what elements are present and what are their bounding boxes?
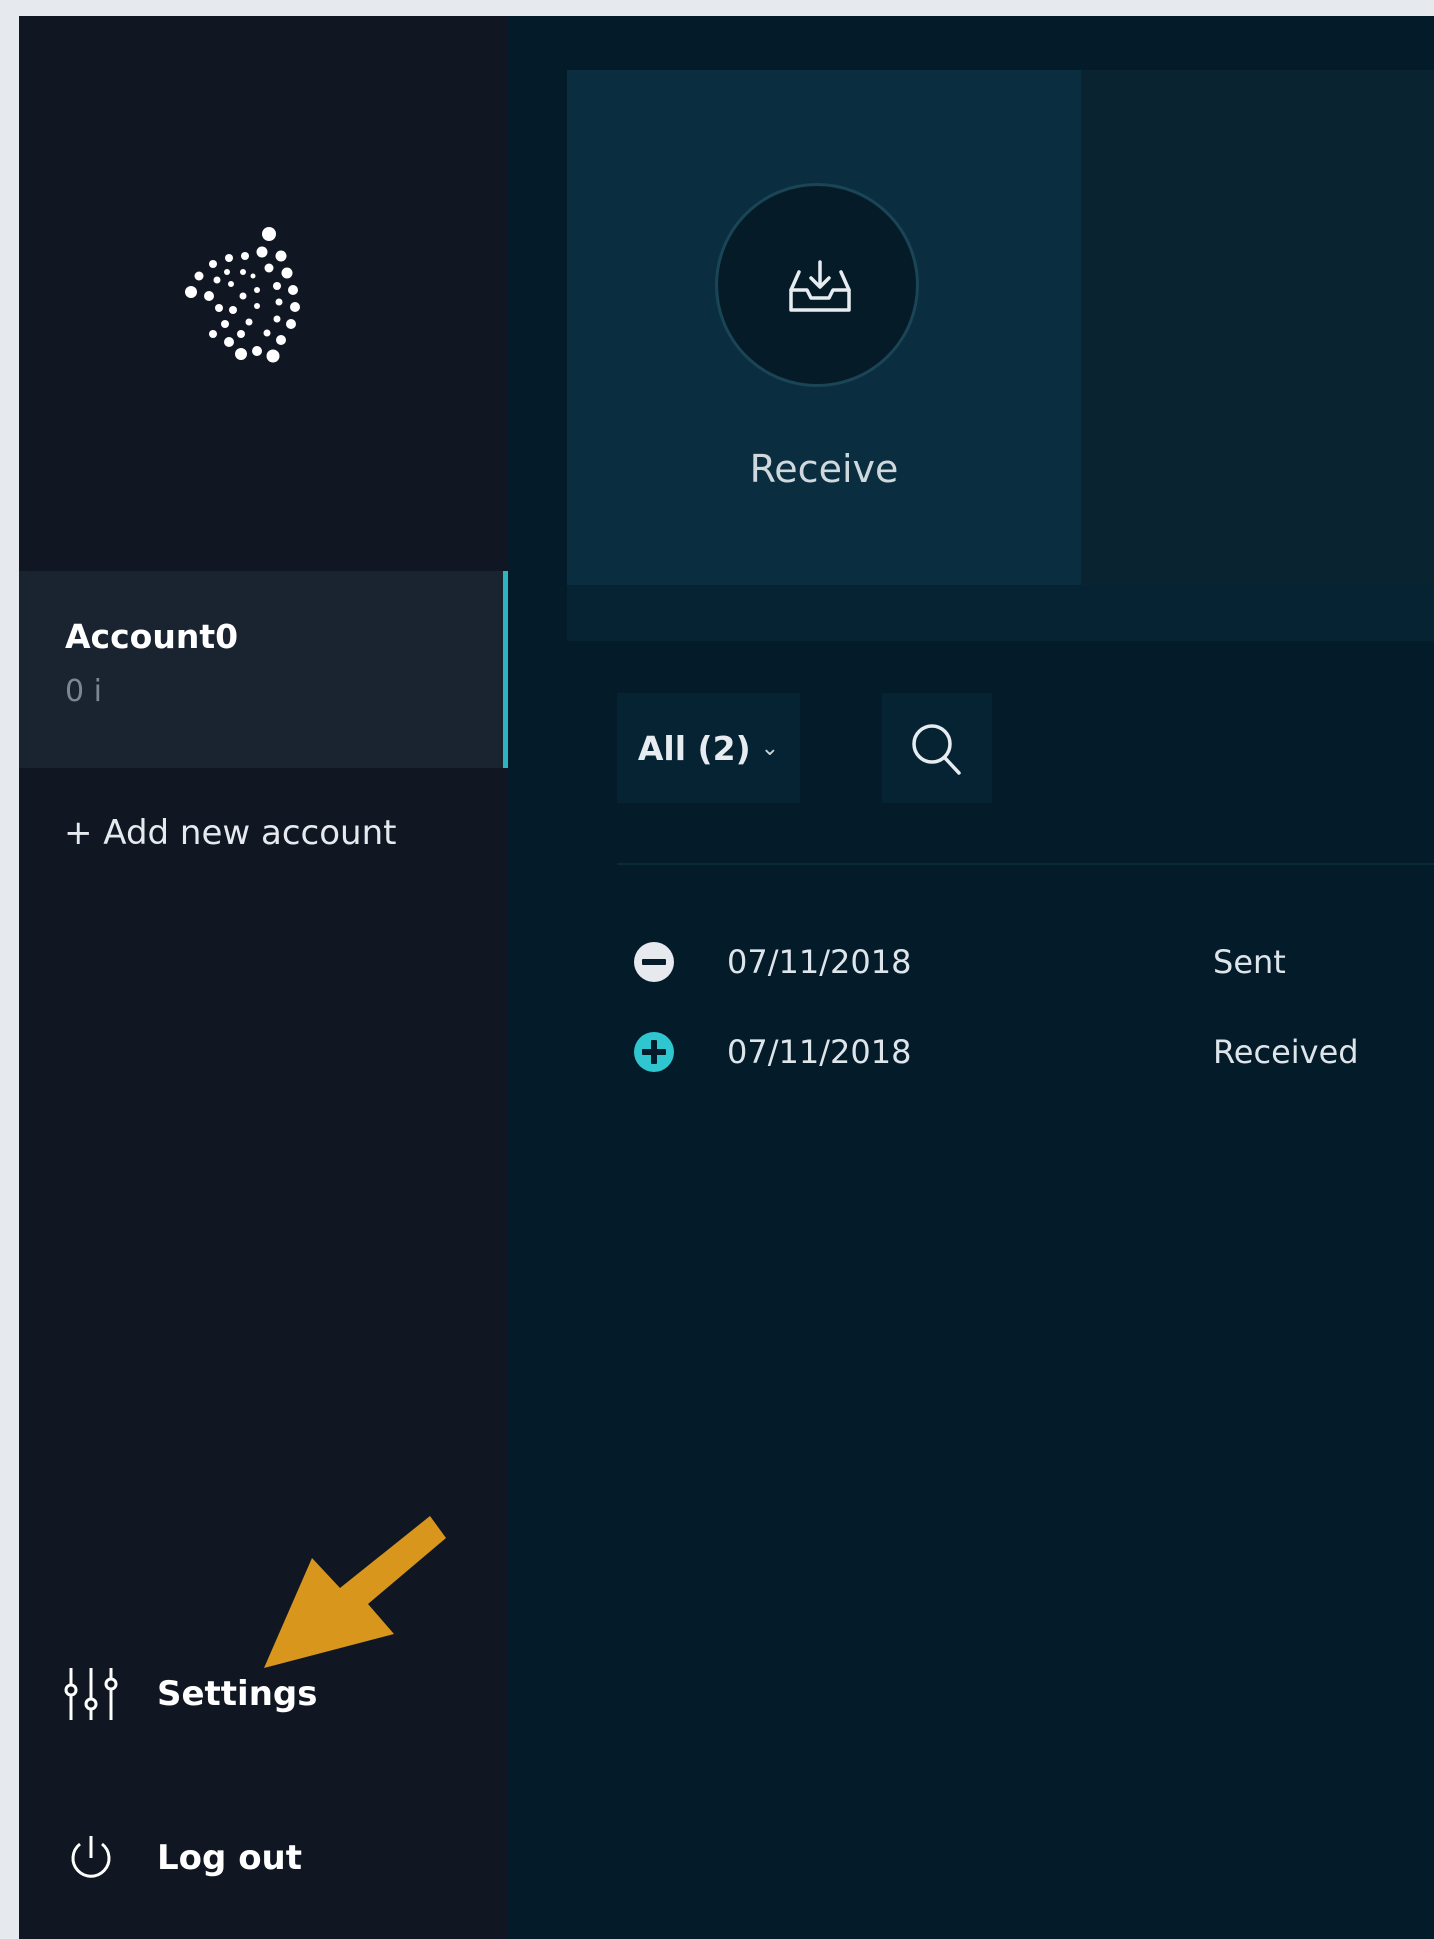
sidebar: Account0 0 i + Add new account Settings	[19, 16, 508, 1939]
chevron-down-icon: ⌄	[760, 735, 780, 761]
arrow-pointer-icon	[264, 1516, 446, 1668]
search-button[interactable]	[882, 693, 992, 803]
divider	[617, 863, 1434, 865]
add-new-account-link[interactable]: + Add new account	[64, 813, 396, 853]
account-name: Account0	[65, 617, 239, 656]
filter-dropdown[interactable]: All (2) ⌄	[617, 693, 800, 803]
inbox-download-icon	[789, 260, 851, 312]
minus-circle-icon	[634, 942, 674, 982]
receive-label: Receive	[749, 447, 899, 491]
plus-circle-icon	[634, 1032, 674, 1072]
transaction-type: Received	[1213, 1033, 1359, 1071]
transaction-row[interactable]: 07/11/2018 Received	[633, 1031, 1359, 1073]
logout-label: Log out	[157, 1838, 303, 1878]
transaction-row[interactable]: 07/11/2018 Sent	[633, 941, 1286, 983]
action-tile[interactable]	[1081, 70, 1434, 585]
section-divider	[567, 585, 1434, 641]
account-item-account0[interactable]: Account0 0 i	[19, 571, 508, 768]
search-icon	[912, 724, 961, 775]
receive-icon-circle	[715, 183, 919, 387]
account-balance: 0 i	[65, 674, 102, 709]
transaction-date: 07/11/2018	[727, 943, 912, 981]
sidebar-item-logout[interactable]: Log out	[63, 1828, 302, 1888]
transaction-date: 07/11/2018	[727, 1033, 912, 1071]
power-icon	[71, 1836, 111, 1878]
iota-logo-icon	[185, 227, 300, 363]
filter-label: All (2)	[637, 728, 751, 768]
sliders-icon	[64, 1668, 118, 1720]
transaction-type: Sent	[1213, 943, 1286, 981]
receive-button[interactable]: Receive	[567, 70, 1081, 585]
transactions-panel: All (2) ⌄ 07/11/2018 Sent 07/11/2018 Rec…	[567, 641, 1434, 1939]
settings-label: Settings	[157, 1674, 318, 1714]
main-panel: Receive All (2) ⌄ 07/11/2018 Sent 07/11/…	[508, 16, 1434, 1939]
app-window: Account0 0 i + Add new account Settings	[19, 16, 1434, 1939]
